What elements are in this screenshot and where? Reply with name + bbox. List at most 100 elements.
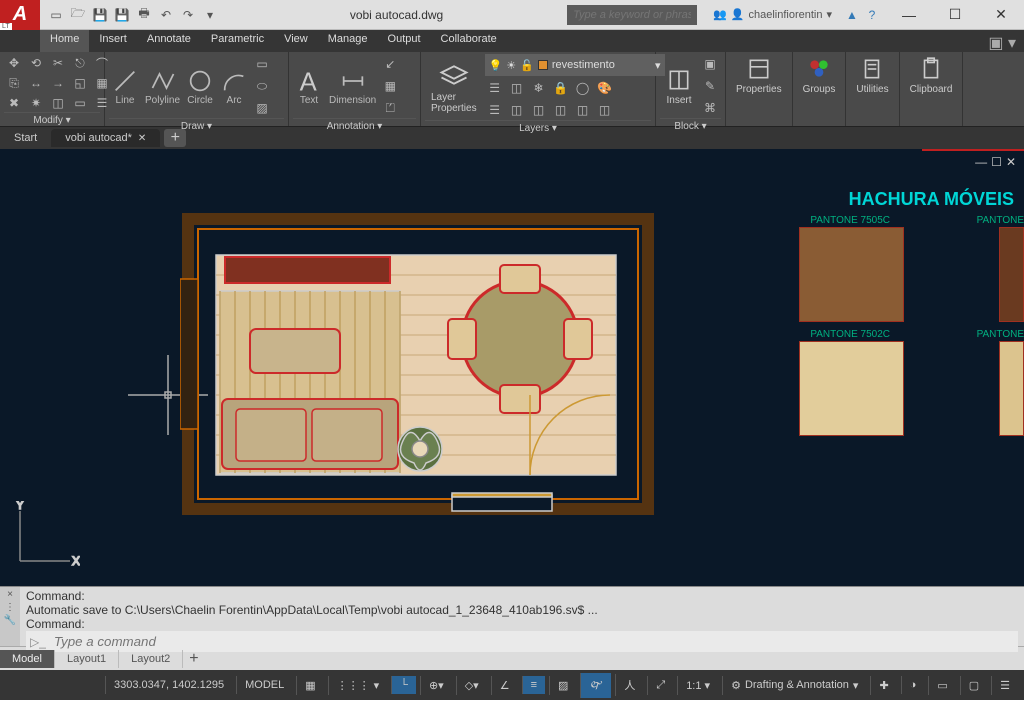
scale-dropdown[interactable]: 1:1 ▾ bbox=[677, 676, 718, 695]
user-account[interactable]: 👥 👤 chaelinfiorentin ▾ bbox=[707, 8, 838, 21]
vp-minimize-icon[interactable]: — bbox=[975, 155, 987, 169]
workspace-switcher[interactable]: ⚙ Drafting & Annotation▾ bbox=[722, 676, 866, 695]
app-logo[interactable]: A LT bbox=[0, 0, 40, 30]
mirror-icon[interactable]: ⎋ bbox=[70, 53, 90, 73]
tab-view[interactable]: View bbox=[274, 30, 318, 52]
erase-icon[interactable]: ✖ bbox=[4, 93, 24, 113]
color-swatch[interactable] bbox=[999, 341, 1024, 436]
ribbon-minimize-icon[interactable]: ▣ ▾ bbox=[980, 30, 1024, 52]
redo-icon[interactable]: ↷ bbox=[180, 7, 196, 23]
isolate-objects-icon[interactable]: ◑ bbox=[901, 676, 925, 694]
offset-icon[interactable]: ◫ bbox=[48, 93, 68, 113]
tab-parametric[interactable]: Parametric bbox=[201, 30, 274, 52]
annoauto-icon[interactable]: ⤢ bbox=[647, 676, 673, 695]
drawing-canvas[interactable]: — ☐ ✕ XY bbox=[0, 149, 1024, 586]
layer-properties-button[interactable]: Layer Properties bbox=[425, 58, 483, 116]
layer-state-icon[interactable]: ☰ bbox=[485, 78, 505, 98]
tab-annotate[interactable]: Annotate bbox=[137, 30, 201, 52]
move-icon[interactable]: ✥ bbox=[4, 53, 24, 73]
text-button[interactable]: AText bbox=[293, 65, 325, 108]
trim-icon[interactable]: ✂ bbox=[48, 53, 68, 73]
minimize-button[interactable]: — bbox=[886, 0, 932, 30]
customize-icon[interactable]: ☰ bbox=[991, 676, 1018, 695]
layer-btn5-icon[interactable]: ◫ bbox=[573, 100, 593, 120]
modify-btn-icon[interactable]: ▭ bbox=[70, 93, 90, 113]
vp-maximize-icon[interactable]: ☐ bbox=[991, 155, 1002, 169]
transparency-toggle-icon[interactable]: ▨ bbox=[549, 676, 576, 695]
tab-manage[interactable]: Manage bbox=[318, 30, 378, 52]
osnap-toggle-icon[interactable]: ◇▾ bbox=[456, 676, 487, 695]
block-attr-icon[interactable]: ⌘ bbox=[700, 98, 720, 118]
layer-btn2-icon[interactable]: ◫ bbox=[507, 100, 527, 120]
maximize-button[interactable]: ☐ bbox=[932, 0, 978, 30]
layer-lock-icon[interactable]: 🔒 bbox=[551, 78, 571, 98]
utilities-button[interactable]: Utilities bbox=[850, 54, 894, 97]
layer-freeze-icon[interactable]: ❄ bbox=[529, 78, 549, 98]
help-search-input[interactable] bbox=[567, 5, 697, 25]
plot-icon[interactable]: 🖶 bbox=[136, 7, 152, 23]
edit-block-icon[interactable]: ✎ bbox=[700, 76, 720, 96]
create-block-icon[interactable]: ▣ bbox=[700, 54, 720, 74]
cmd-wrench-icon[interactable]: 🔧 bbox=[4, 615, 16, 626]
command-window[interactable]: × ⋮ 🔧 Command: Automatic save to C:\User… bbox=[0, 586, 1024, 646]
rect-icon[interactable]: ▭ bbox=[252, 54, 272, 74]
undo-icon[interactable]: ↶ bbox=[158, 7, 174, 23]
close-button[interactable]: ✕ bbox=[978, 0, 1024, 30]
arc-button[interactable]: Arc bbox=[218, 65, 250, 108]
tab-insert[interactable]: Insert bbox=[89, 30, 137, 52]
polar-toggle-icon[interactable]: ⊕▾ bbox=[420, 676, 452, 695]
color-swatch[interactable] bbox=[999, 227, 1024, 322]
model-space-toggle[interactable]: MODEL bbox=[236, 676, 292, 694]
stretch-icon[interactable]: ↔ bbox=[26, 73, 46, 93]
layout-tab-layout1[interactable]: Layout1 bbox=[55, 650, 119, 668]
tab-home[interactable]: Home bbox=[40, 30, 89, 52]
layer-btn6-icon[interactable]: ◫ bbox=[595, 100, 615, 120]
layer-btn4-icon[interactable]: ◫ bbox=[551, 100, 571, 120]
doc-tab-start[interactable]: Start bbox=[0, 129, 51, 147]
new-icon[interactable]: ▭ bbox=[48, 7, 64, 23]
open-icon[interactable]: 🗁 bbox=[70, 7, 86, 23]
layer-match-icon[interactable]: 🎨 bbox=[595, 78, 615, 98]
line-button[interactable]: Line bbox=[109, 65, 141, 108]
layer-iso-icon[interactable]: ◫ bbox=[507, 78, 527, 98]
cmd-handle-icon[interactable]: ⋮ bbox=[5, 602, 15, 613]
tab-collaborate[interactable]: Collaborate bbox=[431, 30, 507, 52]
annotation-monitor-icon[interactable]: ✚ bbox=[870, 676, 896, 695]
layout-tab-layout2[interactable]: Layout2 bbox=[119, 650, 183, 668]
qat-dropdown-icon[interactable]: ▾ bbox=[202, 7, 218, 23]
grid-toggle-icon[interactable]: ▦ bbox=[296, 676, 323, 695]
panel-modify[interactable]: Modify ▾ bbox=[4, 112, 100, 126]
annovis-icon[interactable]: 人 bbox=[615, 674, 643, 696]
snap-mode-icon[interactable]: ⋮⋮⋮▾ bbox=[328, 676, 388, 695]
properties-button[interactable]: Properties bbox=[730, 54, 788, 97]
insert-block-button[interactable]: Insert bbox=[660, 65, 698, 108]
ellipse-icon[interactable]: ⬭ bbox=[252, 76, 272, 96]
saveas-icon[interactable]: 💾 bbox=[114, 7, 130, 23]
color-swatch[interactable] bbox=[799, 341, 904, 436]
color-swatch[interactable] bbox=[799, 227, 904, 322]
annoscale-icon[interactable]: 🙰 bbox=[580, 673, 611, 698]
extend-icon[interactable]: → bbox=[48, 73, 68, 93]
help-icon[interactable]: ? bbox=[864, 7, 880, 23]
groups-button[interactable]: Groups bbox=[797, 54, 842, 97]
circle-button[interactable]: Circle bbox=[184, 65, 216, 108]
mtext-icon[interactable]: ⏍ bbox=[380, 98, 400, 118]
layout-tab-model[interactable]: Model bbox=[0, 650, 55, 668]
panel-layers[interactable]: Layers ▾ bbox=[425, 120, 651, 134]
copy-icon[interactable]: ⎘ bbox=[4, 73, 24, 93]
tab-output[interactable]: Output bbox=[378, 30, 431, 52]
autodesk-exchange-icon[interactable]: ▲ bbox=[844, 7, 860, 23]
layer-off-icon[interactable]: ◯ bbox=[573, 78, 593, 98]
otrack-toggle-icon[interactable]: ∠ bbox=[491, 676, 518, 695]
layer-dropdown[interactable]: 💡 ☀ 🔓 revestimento ▾ bbox=[485, 54, 665, 76]
explode-icon[interactable]: ✷ bbox=[26, 93, 46, 113]
floor-plan-drawing[interactable] bbox=[180, 209, 670, 534]
scale-icon[interactable]: ◱ bbox=[70, 73, 90, 93]
layer-btn-icon[interactable]: ☰ bbox=[485, 100, 505, 120]
layer-btn3-icon[interactable]: ◫ bbox=[529, 100, 549, 120]
clean-screen-icon[interactable]: ▢ bbox=[960, 676, 987, 695]
lineweight-toggle-icon[interactable]: ≡ bbox=[522, 676, 545, 694]
cmd-close-icon[interactable]: × bbox=[7, 589, 13, 600]
rotate-icon[interactable]: ⟲ bbox=[26, 53, 46, 73]
clipboard-button[interactable]: Clipboard bbox=[904, 54, 959, 97]
